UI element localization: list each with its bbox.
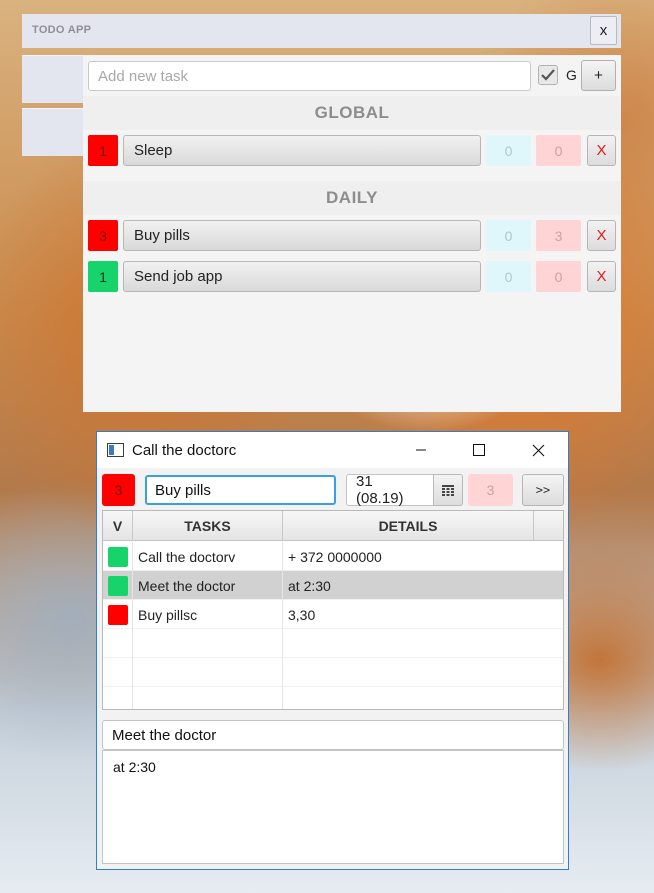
subtasks-table: V TASKS DETAILS Call the doctorv + 372 0… xyxy=(102,510,564,710)
priority-badge[interactable]: 1 xyxy=(88,135,118,166)
table-row[interactable]: Call the doctorv + 372 0000000 xyxy=(103,542,563,571)
task-name-input[interactable] xyxy=(145,475,336,505)
missed-counter[interactable]: 3 xyxy=(536,220,581,251)
status-cell xyxy=(103,600,133,629)
minimize-icon xyxy=(416,449,426,451)
missed-counter[interactable]: 0 xyxy=(536,261,581,292)
task-cell: Meet the doctor xyxy=(133,571,283,600)
column-header-filler xyxy=(534,511,563,541)
calendar-button[interactable] xyxy=(433,474,463,506)
status-cell xyxy=(103,542,133,571)
maximize-button[interactable] xyxy=(456,432,502,468)
global-checkbox[interactable] xyxy=(538,65,558,85)
window-title: Call the doctorc xyxy=(132,442,237,459)
section-header-global: GLOBAL xyxy=(83,96,621,130)
column-header-details[interactable]: DETAILS xyxy=(283,511,534,541)
done-counter[interactable]: 0 xyxy=(486,135,531,166)
task-detail-window: Call the doctorc 3 31 (08.19) 3 >> V TAS… xyxy=(96,431,569,870)
details-cell: at 2:30 xyxy=(288,577,331,594)
missed-counter[interactable]: 3 xyxy=(468,474,513,506)
delete-task-button[interactable]: X xyxy=(587,261,616,292)
table-header: V TASKS DETAILS xyxy=(103,511,563,541)
task-name-button[interactable]: Send job app xyxy=(123,261,481,292)
empty-row xyxy=(103,658,563,687)
detail-body-textarea[interactable]: at 2:30 xyxy=(102,750,564,864)
details-cell: + 372 0000000 xyxy=(288,548,382,565)
checkmark-icon xyxy=(541,69,555,81)
global-checkbox-label: G xyxy=(566,67,577,83)
status-indicator[interactable] xyxy=(107,575,128,596)
task-cell: Call the doctorv xyxy=(133,542,283,571)
column-header-tasks[interactable]: TASKS xyxy=(133,511,283,541)
column-header-v[interactable]: V xyxy=(103,511,133,541)
task-name-button[interactable]: Buy pills xyxy=(123,220,481,251)
date-field[interactable]: 31 (08.19) xyxy=(346,473,434,507)
table-row[interactable]: Buy pillsc 3,30 xyxy=(103,600,563,629)
task-cell: Buy pillsc xyxy=(133,600,283,629)
detail-title-field[interactable]: Meet the doctor xyxy=(102,720,564,750)
priority-badge[interactable]: 1 xyxy=(88,261,118,292)
details-cell: 3,30 xyxy=(288,606,316,623)
maximize-icon xyxy=(473,444,485,456)
calendar-icon xyxy=(442,484,454,496)
todo-app-title: TODO APP xyxy=(32,24,92,36)
close-icon xyxy=(532,444,544,456)
task-row: 3 Buy pills 0 3 X xyxy=(88,220,616,251)
priority-badge[interactable]: 3 xyxy=(102,474,135,506)
delete-task-button[interactable]: X xyxy=(587,135,616,166)
status-cell xyxy=(103,571,133,600)
new-task-input[interactable] xyxy=(88,61,531,91)
todo-app-titlebar: TODO APP x xyxy=(22,14,621,48)
add-task-button[interactable]: + xyxy=(581,60,616,91)
missed-counter[interactable]: 0 xyxy=(536,135,581,166)
task-row: 1 Sleep 0 0 X xyxy=(88,135,616,166)
close-button[interactable] xyxy=(515,432,561,468)
status-indicator[interactable] xyxy=(107,604,128,625)
empty-row xyxy=(103,629,563,658)
todo-panel: G + GLOBAL 1 Sleep 0 0 X DAILY 3 Buy pil… xyxy=(83,55,621,412)
empty-row xyxy=(103,687,563,709)
window-titlebar[interactable]: Call the doctorc xyxy=(97,432,568,468)
section-header-daily: DAILY xyxy=(83,181,621,215)
side-tab-1[interactable] xyxy=(22,55,84,103)
task-name-button[interactable]: Sleep xyxy=(123,135,481,166)
minimize-button[interactable] xyxy=(398,432,444,468)
done-counter[interactable]: 0 xyxy=(486,261,531,292)
status-indicator[interactable] xyxy=(107,546,128,567)
todo-app-close-button[interactable]: x xyxy=(590,16,617,45)
side-tab-2[interactable] xyxy=(22,108,84,156)
table-row[interactable]: Meet the doctor at 2:30 xyxy=(103,571,563,600)
task-row: 1 Send job app 0 0 X xyxy=(88,261,616,292)
done-counter[interactable]: 0 xyxy=(486,220,531,251)
next-button[interactable]: >> xyxy=(522,474,564,506)
priority-badge[interactable]: 3 xyxy=(88,220,118,251)
delete-task-button[interactable]: X xyxy=(587,220,616,251)
app-icon xyxy=(107,443,124,457)
